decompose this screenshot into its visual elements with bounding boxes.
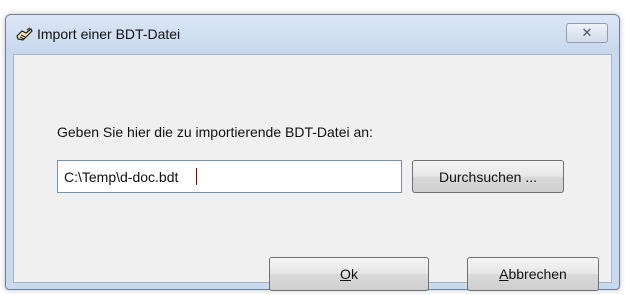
dialog-body: Geben Sie hier die zu importierende BDT-… <box>13 54 612 291</box>
ok-button[interactable]: Ok <box>269 257 429 291</box>
cancel-label-rest: bbrechen <box>508 266 567 282</box>
prompt-label: Geben Sie hier die zu importierende BDT-… <box>57 124 373 140</box>
window-title: Import einer BDT-Datei <box>37 26 181 42</box>
hand-pen-icon <box>16 27 33 41</box>
close-button[interactable]: ✕ <box>566 23 608 43</box>
import-dialog-window: Import einer BDT-Datei ✕ Geben Sie hier … <box>5 14 620 291</box>
ok-mnemonic: O <box>340 266 351 282</box>
text-caret <box>196 168 197 185</box>
close-icon: ✕ <box>581 25 593 40</box>
title-bar[interactable]: Import einer BDT-Datei ✕ <box>6 15 619 54</box>
cancel-mnemonic: A <box>499 266 509 282</box>
browse-button[interactable]: Durchsuchen ... <box>412 160 564 193</box>
cancel-button[interactable]: Abbrechen <box>467 257 599 291</box>
file-path-input[interactable] <box>57 160 402 193</box>
ok-label-rest: k <box>350 266 358 282</box>
